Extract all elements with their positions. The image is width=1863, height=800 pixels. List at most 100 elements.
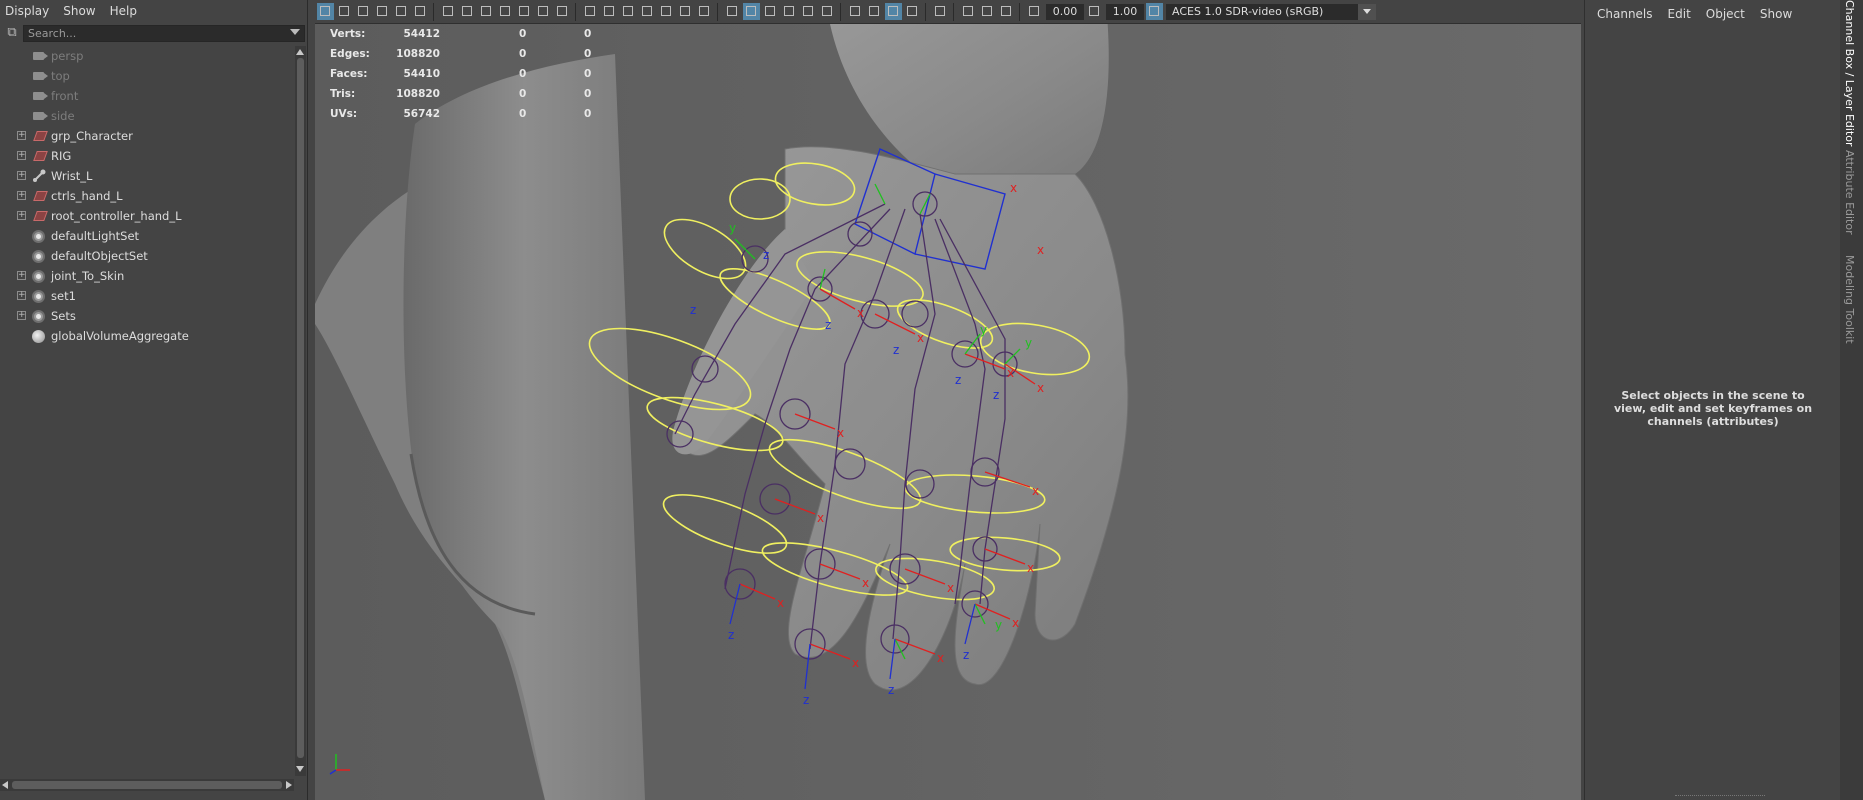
wireframe-cube-icon[interactable] bbox=[724, 3, 741, 20]
scene-view[interactable]: x x x x x x x x x x x x x x x x z z z z z z z z z z y… bbox=[315, 24, 1581, 800]
svg-text:x: x bbox=[777, 596, 784, 610]
safe-action-icon[interactable] bbox=[535, 3, 552, 20]
scroll-up-icon[interactable] bbox=[296, 49, 304, 55]
ambient-occlusion-icon[interactable] bbox=[819, 3, 836, 20]
menu-display[interactable]: Display bbox=[0, 4, 58, 18]
gamma-icon[interactable] bbox=[1086, 3, 1103, 20]
shadows-icon[interactable] bbox=[696, 3, 713, 20]
color-space-dropdown[interactable]: ACES 1.0 SDR-video (sRGB) bbox=[1166, 3, 1376, 20]
screen-space-icon[interactable] bbox=[960, 3, 977, 20]
shaded-cube-icon[interactable] bbox=[743, 3, 760, 20]
grid-icon[interactable] bbox=[582, 3, 599, 20]
expand-icon[interactable]: + bbox=[17, 211, 26, 220]
outliner-item[interactable]: top bbox=[0, 66, 294, 86]
menu-help[interactable]: Help bbox=[105, 4, 146, 18]
xray-joints-icon[interactable] bbox=[866, 3, 883, 20]
outliner-item-label: ctrls_hand_L bbox=[51, 189, 123, 203]
2d-pan-zoom-icon[interactable] bbox=[393, 3, 410, 20]
outliner-item[interactable]: defaultObjectSet bbox=[0, 246, 294, 266]
outliner-item[interactable]: + grp_Character bbox=[0, 126, 294, 146]
outliner-item[interactable]: front bbox=[0, 86, 294, 106]
motion-blur-icon[interactable] bbox=[979, 3, 996, 20]
hud-icon[interactable] bbox=[932, 3, 949, 20]
outliner-item[interactable]: + joint_To_Skin bbox=[0, 266, 294, 286]
default-material-icon[interactable] bbox=[762, 3, 779, 20]
tab-modeling-toolkit[interactable]: Modeling Toolkit bbox=[1843, 255, 1856, 344]
expand-icon[interactable]: + bbox=[17, 171, 26, 180]
filter-icon[interactable]: ⧉ bbox=[4, 25, 20, 41]
expand-icon[interactable]: + bbox=[17, 151, 26, 160]
outliner-item-label: top bbox=[51, 69, 70, 83]
select-camera-icon[interactable] bbox=[317, 3, 334, 20]
outliner-item[interactable]: + RIG bbox=[0, 146, 294, 166]
chevron-down-icon[interactable] bbox=[1358, 3, 1376, 20]
anti-alias-icon[interactable] bbox=[998, 3, 1015, 20]
film-gate-icon[interactable] bbox=[459, 3, 476, 20]
search-input[interactable]: Search... bbox=[23, 24, 305, 42]
svg-text:x: x bbox=[1027, 561, 1034, 575]
lights-icon[interactable] bbox=[677, 3, 694, 20]
xray-icon[interactable] bbox=[781, 3, 798, 20]
expand-icon[interactable]: + bbox=[17, 131, 26, 140]
smooth-shade-icon[interactable] bbox=[620, 3, 637, 20]
menu-channels[interactable]: Channels bbox=[1597, 7, 1653, 21]
use-lights-icon[interactable] bbox=[800, 3, 817, 20]
menu-object[interactable]: Object bbox=[1706, 7, 1745, 21]
hud-value: 0 bbox=[584, 108, 592, 120]
scroll-right-icon[interactable] bbox=[286, 781, 292, 789]
color-management-icon[interactable] bbox=[1146, 3, 1163, 20]
expand-icon[interactable]: + bbox=[17, 191, 26, 200]
tab-channel-box-layer-editor[interactable]: Channel Box / Layer Editor bbox=[1843, 0, 1856, 147]
menu-show[interactable]: Show bbox=[58, 4, 104, 18]
camera-icon bbox=[33, 92, 48, 100]
outliner-item[interactable]: + ctrls_hand_L bbox=[0, 186, 294, 206]
outliner-item[interactable]: + Sets bbox=[0, 306, 294, 326]
bookmarks-icon[interactable] bbox=[355, 3, 372, 20]
outliner-item[interactable]: + root_controller_hand_L bbox=[0, 206, 294, 226]
expand-icon[interactable]: + bbox=[17, 311, 26, 320]
wireframe-icon[interactable] bbox=[601, 3, 618, 20]
resolution-gate-icon[interactable] bbox=[478, 3, 495, 20]
outliner-item[interactable]: + Wrist_L bbox=[0, 166, 294, 186]
outliner-horizontal-scrollbar[interactable] bbox=[0, 779, 294, 791]
image-plane-icon[interactable] bbox=[374, 3, 391, 20]
outliner-search-row: ⧉ Search... bbox=[0, 22, 307, 44]
menu-edit[interactable]: Edit bbox=[1668, 7, 1691, 21]
isolate-select-icon[interactable] bbox=[847, 3, 864, 20]
exposure-field[interactable]: 0.00 bbox=[1046, 3, 1084, 20]
field-chart-icon[interactable] bbox=[516, 3, 533, 20]
outliner-vertical-scrollbar[interactable] bbox=[295, 46, 306, 776]
color-space-value: ACES 1.0 SDR-video (sRGB) bbox=[1172, 4, 1324, 18]
scroll-thumb-horizontal[interactable] bbox=[12, 781, 282, 789]
backface-icon[interactable] bbox=[904, 3, 921, 20]
gate-mask-icon[interactable] bbox=[497, 3, 514, 20]
camera-attributes-icon[interactable] bbox=[336, 3, 353, 20]
outliner-item[interactable]: side bbox=[0, 106, 294, 126]
exposure-icon[interactable] bbox=[1026, 3, 1043, 20]
outliner-item[interactable]: globalVolumeAggregate bbox=[0, 326, 294, 346]
wireframe-on-shaded-icon[interactable] bbox=[639, 3, 656, 20]
outliner-item[interactable]: persp bbox=[0, 46, 294, 66]
scroll-down-icon[interactable] bbox=[296, 766, 304, 772]
panel-resize-grip[interactable] bbox=[1675, 795, 1765, 798]
viewport-3d[interactable]: x x x x x x x x x x x x x x x x z z z z z z z z z z y… bbox=[315, 0, 1581, 800]
menu-show[interactable]: Show bbox=[1760, 7, 1792, 21]
xray-active-icon[interactable] bbox=[885, 3, 902, 20]
safe-title-icon[interactable] bbox=[554, 3, 571, 20]
expand-icon[interactable]: + bbox=[17, 271, 26, 280]
view-axis-icon bbox=[329, 754, 350, 775]
search-dropdown-icon[interactable] bbox=[290, 28, 300, 35]
outliner-item[interactable]: defaultLightSet bbox=[0, 226, 294, 246]
outliner-item-label: set1 bbox=[51, 289, 76, 303]
hud-value: 54412 bbox=[403, 28, 440, 40]
lock-camera-icon[interactable] bbox=[440, 3, 457, 20]
gamma-field[interactable]: 1.00 bbox=[1106, 3, 1144, 20]
scroll-thumb[interactable] bbox=[297, 58, 304, 758]
heads-up-display: Verts: 54412 0 0 Edges: 108820 0 0 Faces: 54410 0 0… bbox=[330, 24, 592, 124]
tab-attribute-editor[interactable]: Attribute Editor bbox=[1843, 150, 1856, 235]
grease-pencil-icon[interactable] bbox=[412, 3, 429, 20]
outliner-item[interactable]: + set1 bbox=[0, 286, 294, 306]
expand-icon[interactable]: + bbox=[17, 291, 26, 300]
textured-icon[interactable] bbox=[658, 3, 675, 20]
scroll-left-icon[interactable] bbox=[2, 781, 8, 789]
